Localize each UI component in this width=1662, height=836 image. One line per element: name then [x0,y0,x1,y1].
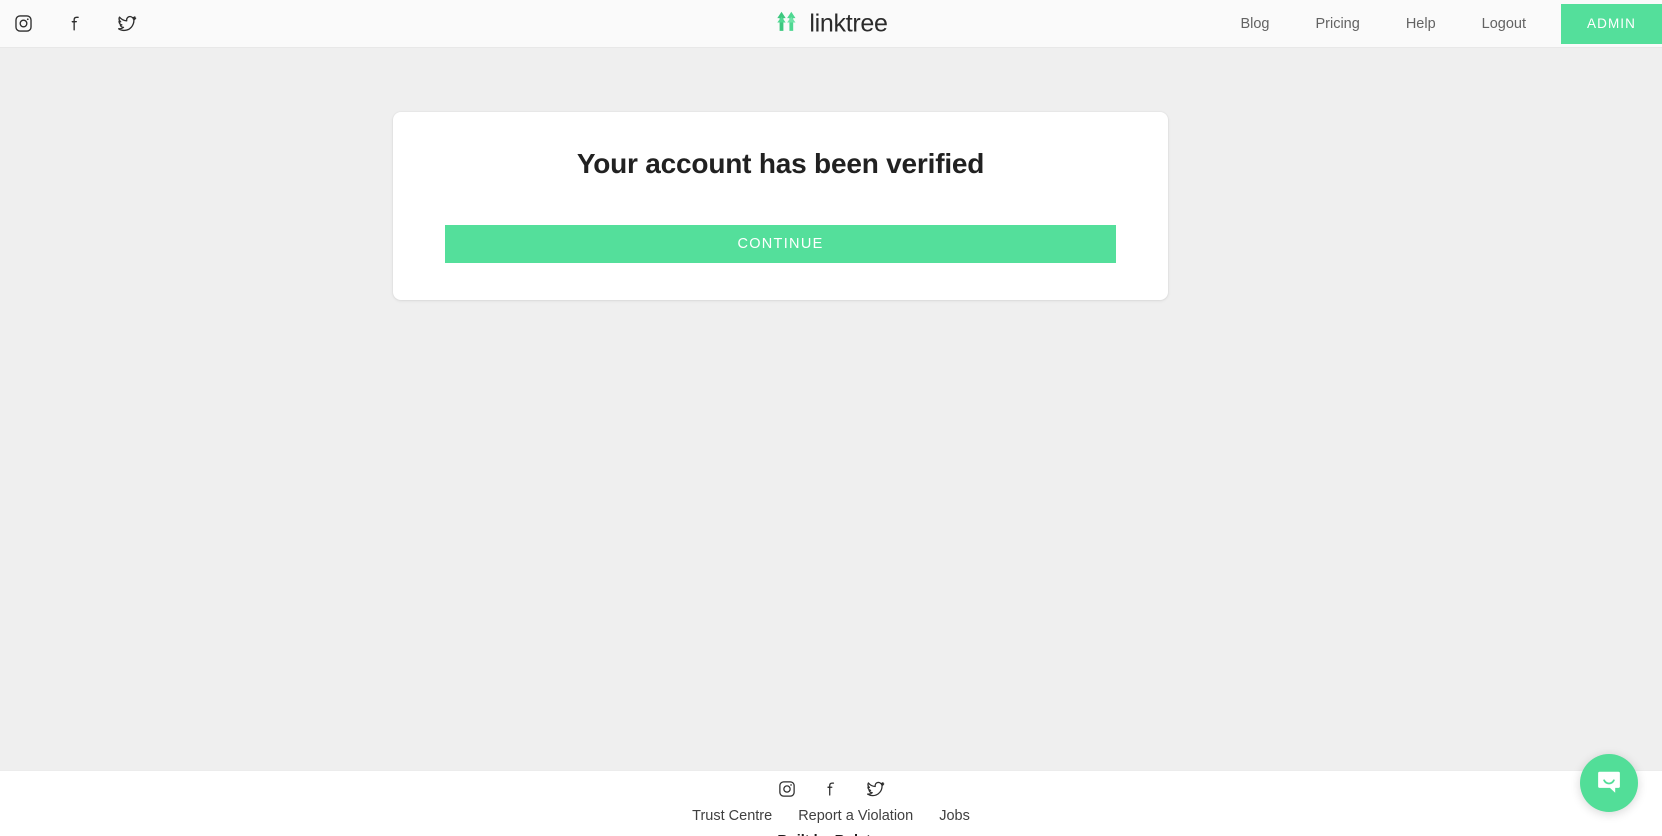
twitter-icon[interactable] [112,9,142,39]
instagram-icon[interactable] [8,9,38,39]
linktree-brand-logo[interactable]: linktree [774,8,888,39]
footer-link-jobs[interactable]: Jobs [939,808,970,824]
facebook-icon[interactable] [818,776,844,802]
site-footer: Trust Centre Report a Violation Jobs Bui… [0,770,1662,836]
site-header: linktree Blog Pricing Help Logout ADMIN [0,0,1662,48]
header-navigation: Blog Pricing Help Logout ADMIN [1217,0,1662,48]
twitter-icon[interactable] [862,776,888,802]
footer-social-links [774,776,888,802]
footer-navigation: Trust Centre Report a Violation Jobs [692,808,970,824]
chat-bubble-smile-icon [1594,767,1624,800]
brand-wordmark: linktree [809,9,888,37]
nav-link-help[interactable]: Help [1383,0,1459,48]
nav-link-pricing[interactable]: Pricing [1292,0,1382,48]
footer-link-report-a-violation[interactable]: Report a Violation [798,808,913,824]
main-content: Your account has been verified CONTINUE [0,48,1662,770]
nav-link-blog[interactable]: Blog [1217,0,1292,48]
nav-link-logout[interactable]: Logout [1459,0,1549,48]
continue-button[interactable]: CONTINUE [445,225,1116,263]
page-title: Your account has been verified [576,148,985,179]
header-social-links [0,9,142,39]
facebook-icon[interactable] [60,9,90,39]
linktree-logo-icon [774,8,800,39]
instagram-icon[interactable] [774,776,800,802]
footer-link-trust-centre[interactable]: Trust Centre [692,808,772,824]
verification-card: Your account has been verified CONTINUE [393,112,1168,300]
chat-launcher-button[interactable] [1580,754,1638,812]
admin-button[interactable]: ADMIN [1561,3,1662,44]
